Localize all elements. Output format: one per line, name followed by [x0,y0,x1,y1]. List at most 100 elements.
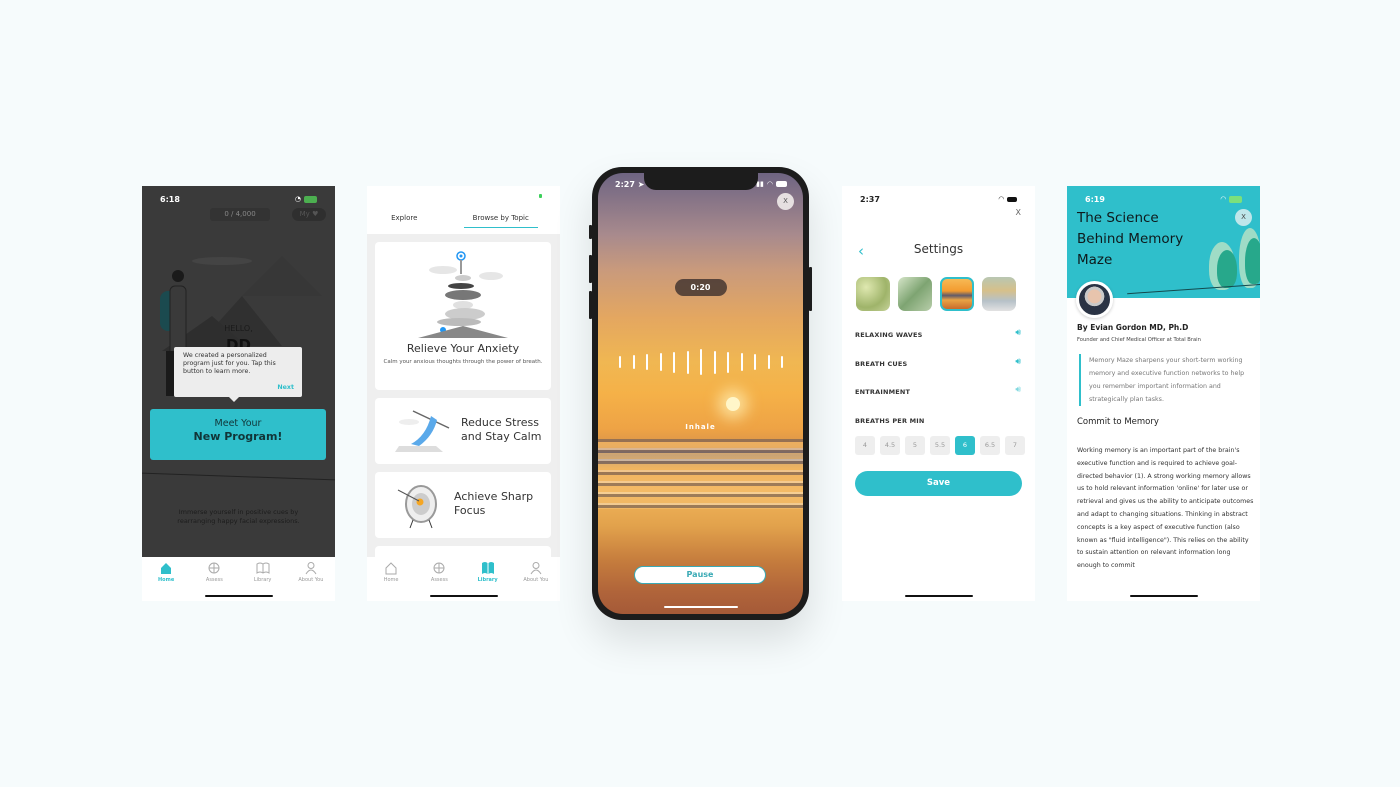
volume-down-button [589,291,592,319]
time-text: 2:27 [615,180,635,189]
home-icon [385,562,397,575]
home-screen: 6:18 ◔ 0 / 4,000 My ♥ HELLO, DD We creat… [142,186,335,601]
profile-icon [530,562,542,575]
speaker-icon[interactable]: 🔊︎ [1015,328,1021,338]
bpm-label: BREATHS PER MIN [855,417,925,425]
assess-icon [208,562,220,574]
cta-line1: Meet Your [214,418,262,429]
tab-browse-by-topic[interactable]: Browse by Topic [463,214,538,228]
bpm-option-selected[interactable]: 6 [955,436,975,455]
breath-bar [768,355,770,369]
tab-about-you[interactable]: About You [512,561,560,601]
save-button[interactable]: Save [855,471,1022,496]
archery-target-illustration [397,485,437,529]
bpm-option[interactable]: 4 [855,436,875,455]
pause-button[interactable]: Pause [634,566,766,584]
tooltip-next-button[interactable]: Next [277,384,294,392]
mute-switch [589,225,592,239]
tab-label: Assess [205,577,223,583]
battery-icon [539,194,542,198]
battery-icon [304,195,317,203]
page-title: Settings [913,242,964,256]
topic-card-stress[interactable]: Reduce Stress and Stay Calm [375,398,551,464]
breath-bar [754,354,756,370]
background-option-fern[interactable] [898,277,932,311]
card-subtitle: Calm your anxious thoughts through the p… [383,359,543,365]
bpm-option[interactable]: 4.5 [880,436,900,455]
tooltip-text: We created a personalized program just f… [183,352,276,375]
article-pullquote: Memory Maze sharpens your short-term wor… [1079,354,1255,406]
card-title: Achieve Sharp Focus [454,490,534,517]
status-bar: 2:37 ◠ [842,192,1035,206]
settings-screen: 2:37 ◠ X ‹ Settings RELAXING WAVES 🔊︎ BR… [842,186,1035,601]
beach-chair-illustration [395,410,450,452]
volume-up-button [589,255,592,283]
wifi-icon: ◠ [1220,195,1226,203]
battery-icon [776,181,787,187]
assess-icon [433,562,445,574]
library-icon [481,562,494,574]
tab-label: Library [253,577,272,583]
location-icon: ➤ [637,180,645,189]
power-button [809,267,812,311]
tree-illustration [1217,250,1237,288]
home-indicator [904,595,973,597]
tab-label: Home [383,577,399,583]
home-indicator [663,606,738,608]
bpm-option[interactable]: 5.5 [930,436,950,455]
close-button[interactable]: X [1016,208,1021,217]
card-title: Reduce Stress and Stay Calm [461,416,542,443]
article-body: Working memory is an important part of t… [1077,447,1254,570]
wifi-icon: ◠ [766,180,773,188]
status-time: 6:19 [1085,194,1105,204]
new-program-button[interactable]: Meet Your New Program! [150,409,326,460]
background-option-river[interactable] [982,277,1016,311]
phone-device: 2:27 ➤ ▮▮ ◠ X 0:20 Inhale Pause [589,167,812,620]
tab-explore[interactable]: Explore [367,214,442,228]
activity-description: Immerse yourself in positive cues by rea… [177,508,300,525]
author-role: Founder and Chief Medical Officer at Tot… [1077,337,1201,343]
sound-label: BREATH CUES [855,360,908,368]
topic-card-anxiety[interactable]: Relieve Your Anxiety Calm your anxious t… [375,242,551,390]
ocean-waves [598,439,803,509]
tab-home[interactable]: Home [142,561,190,601]
status-icons: ▮▮ ◠ [756,180,787,188]
card-title: Relieve Your Anxiety [406,342,520,355]
background-option-sunset-beach[interactable] [940,277,974,311]
points-counter[interactable]: 0 / 4,000 [210,208,270,221]
breath-bar [741,353,743,371]
section-heading: Commit to Memory [1077,417,1159,427]
tab-label: Assess [430,577,448,583]
speaker-icon[interactable]: 🔊︎ [1015,385,1021,395]
status-bar: 6:19 ◠ [1067,192,1260,206]
background-option-leaves[interactable] [856,277,890,311]
wifi-icon: ◔ [294,195,301,203]
library-header: Explore Browse by Topic [367,186,560,234]
author-name: By Evian Gordon MD, Ph.D [1077,323,1189,332]
close-button[interactable]: X [777,193,794,210]
hill-line [142,472,335,481]
home-indicator [204,595,273,597]
status-bar: 6:18 ◔ [142,192,335,206]
author-avatar [1076,281,1113,318]
my-label: My [299,210,310,218]
tab-about-you[interactable]: About You [287,561,335,601]
bpm-option[interactable]: 7 [1005,436,1025,455]
article-screen: 6:19 ◠ The Science Behind Memory Maze X … [1067,186,1260,601]
bpm-option[interactable]: 6.5 [980,436,1000,455]
bpm-option[interactable]: 5 [905,436,925,455]
tab-home[interactable]: Home [367,561,415,601]
breath-bar [619,356,621,368]
library-icon [256,562,270,574]
breath-bar [687,351,689,374]
my-favorites-button[interactable]: My ♥ [292,208,326,221]
breath-bar [646,354,648,370]
status-time: 2:27 ➤ [615,180,644,189]
cta-line2: New Program! [193,430,283,443]
status-time: 2:37 [860,194,880,204]
close-button[interactable]: X [1235,209,1252,226]
library-tabs: Explore Browse by Topic [367,214,560,228]
speaker-icon[interactable]: 🔊︎ [1015,357,1021,367]
notch [643,173,758,190]
topic-card-focus[interactable]: Achieve Sharp Focus [375,472,551,538]
